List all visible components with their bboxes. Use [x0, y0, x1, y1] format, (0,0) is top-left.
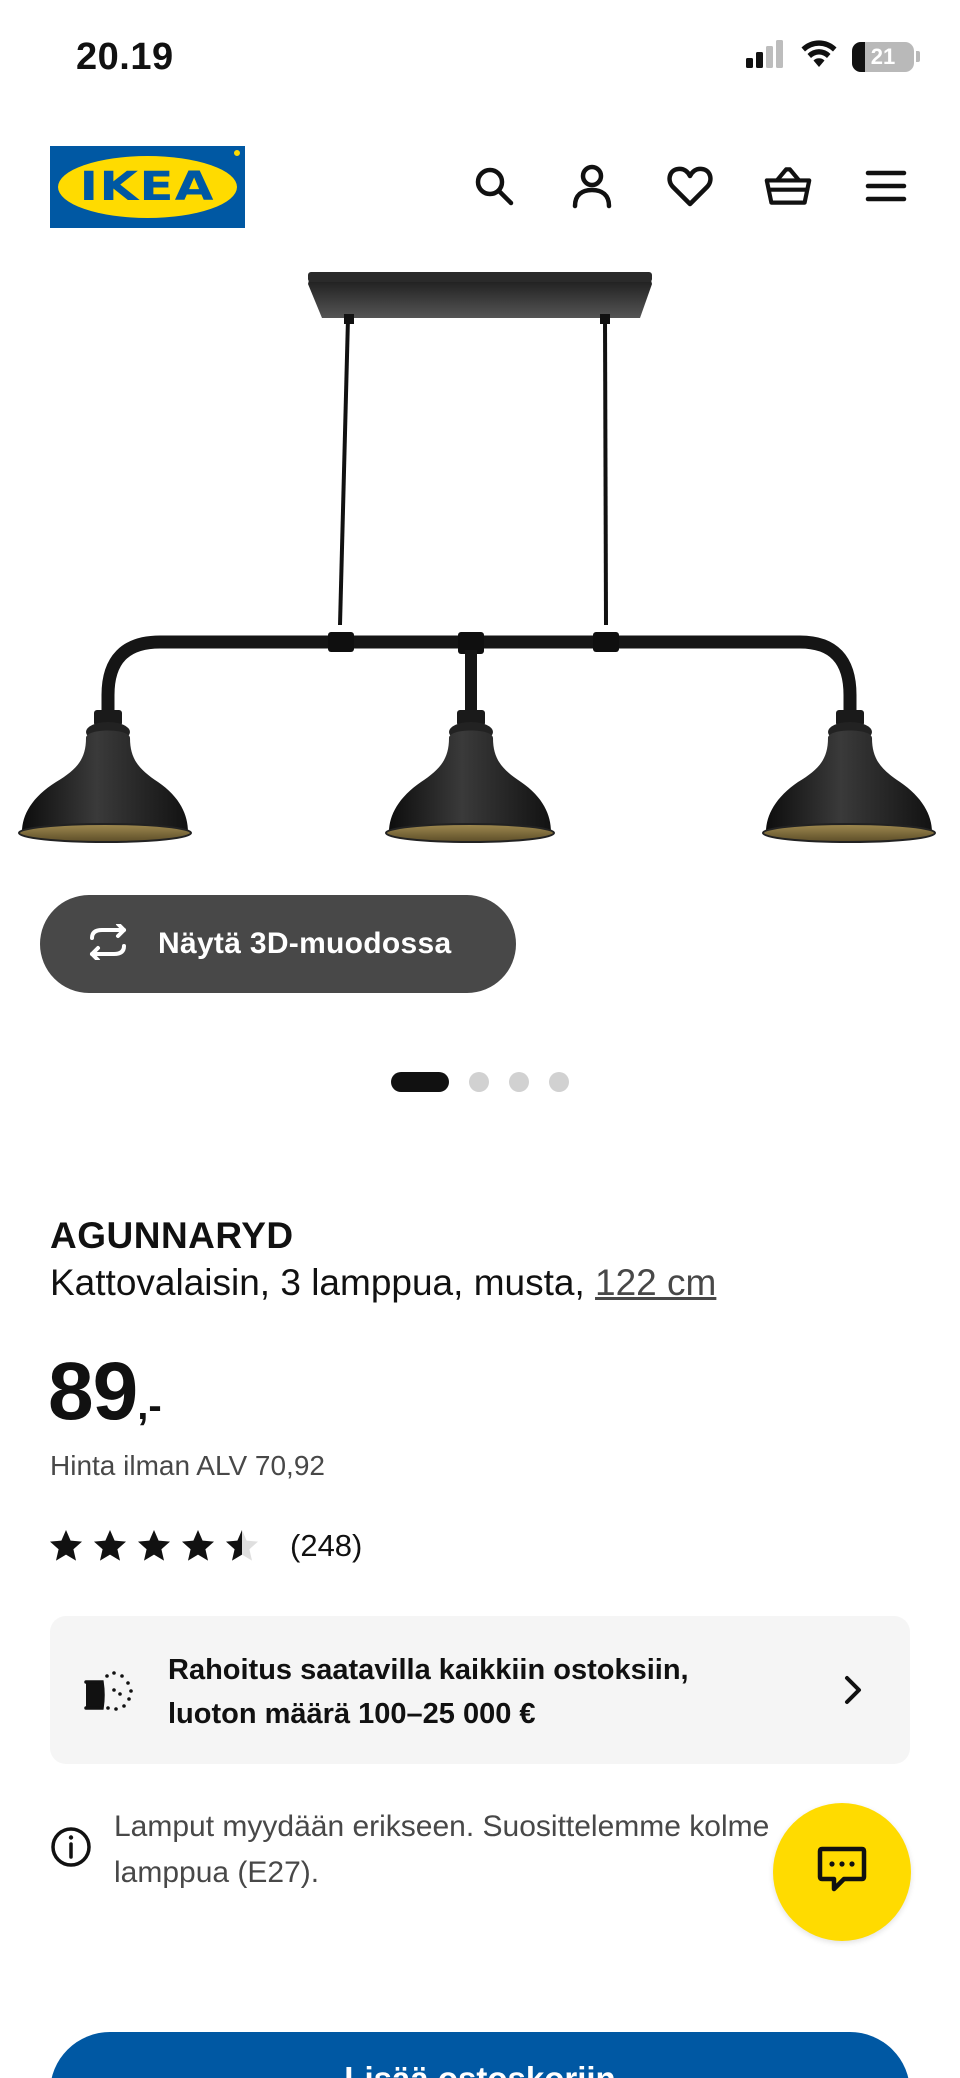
info-icon [50, 1826, 92, 1868]
add-to-cart-label: Lisää ostoskoriin [344, 2060, 615, 2078]
price-vat-note: Hinta ilman ALV 70,92 [50, 1450, 325, 1481]
product-rating[interactable]: (248) [48, 1528, 362, 1564]
product-size-link[interactable]: 122 cm [595, 1262, 716, 1303]
view-3d-button[interactable]: Näytä 3D-muodossa [40, 895, 516, 993]
rating-count: (248) [290, 1528, 363, 1563]
status-time: 20.19 [76, 36, 174, 78]
account-icon[interactable] [568, 162, 616, 210]
star-full-icon [50, 1530, 82, 1561]
product-price: 89 ,- [48, 1345, 162, 1439]
logo-text: IKEA [79, 164, 216, 210]
registered-mark [233, 149, 241, 157]
info-note-text: Lamput myydään erikseen. Suosittelemme k… [114, 1810, 770, 1889]
header: IKEA [0, 140, 960, 240]
chat-button[interactable] [773, 1803, 911, 1941]
carousel-dot-active[interactable] [391, 1072, 449, 1092]
financing-text-line1: Rahoitus saatavilla kaikkiin ostoksiin, [168, 1654, 689, 1686]
header-icons [470, 162, 910, 210]
carousel-indicator [0, 1072, 960, 1092]
add-to-cart-button[interactable]: Lisää ostoskoriin [50, 2032, 910, 2078]
menu-icon[interactable] [862, 162, 910, 210]
view-3d-label: Näytä 3D-muodossa [158, 927, 452, 960]
carousel-dot[interactable] [549, 1072, 569, 1092]
logo-oval: IKEA [58, 156, 237, 218]
wifi-icon [800, 40, 838, 73]
shopping-basket-icon[interactable] [764, 162, 812, 210]
price-amount: 89 [48, 1346, 138, 1437]
price-suffix: ,- [137, 1384, 162, 1428]
carousel-dot[interactable] [469, 1072, 489, 1092]
carousel-dot[interactable] [509, 1072, 529, 1092]
product-description-text: Kattovalaisin, 3 lamppua, musta, [50, 1262, 596, 1303]
star-full-icon [138, 1530, 170, 1561]
battery-level: 21 [870, 43, 896, 69]
cellular-signal-icon [746, 40, 786, 73]
chat-bubble-icon [816, 1845, 868, 1900]
product-name: AGUNNARYD [50, 1215, 294, 1256]
financing-card[interactable]: Rahoitus saatavilla kaikkiin ostoksiin, … [50, 1616, 910, 1764]
star-half-icon [226, 1530, 258, 1561]
battery-tip [916, 51, 920, 62]
chevron-right-icon [834, 1672, 870, 1708]
product-description: Kattovalaisin, 3 lamppua, musta, 122 cm [50, 1262, 716, 1304]
star-full-icon [94, 1530, 126, 1561]
rating-stars [48, 1528, 260, 1564]
favorites-heart-icon[interactable] [666, 162, 714, 210]
star-full-icon [182, 1530, 214, 1561]
rotate-3d-icon [82, 921, 134, 965]
financing-text-line2: luoton määrä 100–25 000 € [168, 1698, 536, 1730]
product-image[interactable] [0, 270, 960, 880]
status-icons: 21 [746, 40, 920, 73]
ikea-logo[interactable]: IKEA [50, 146, 245, 228]
battery: 21 [852, 41, 914, 72]
status-bar: 20.19 21 [0, 0, 960, 120]
financing-icon [84, 1668, 136, 1712]
battery-icon: 21 [852, 41, 920, 72]
financing-text: Rahoitus saatavilla kaikkiin ostoksiin, … [168, 1648, 689, 1736]
search-icon[interactable] [470, 162, 518, 210]
